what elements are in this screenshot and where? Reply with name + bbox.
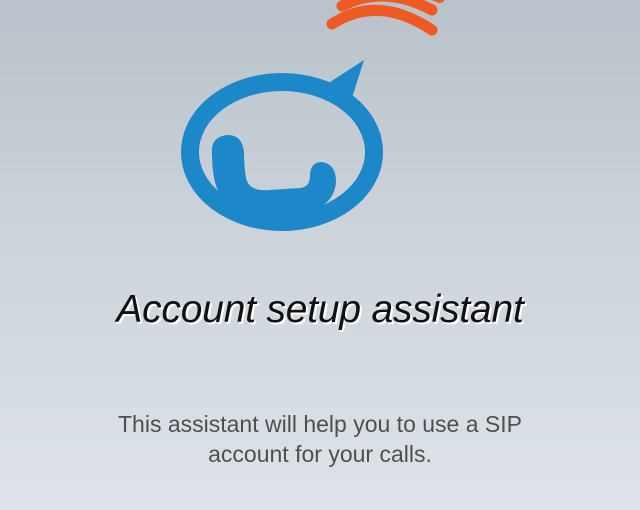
account-setup-screen: Account setup assistant This assistant w… bbox=[0, 0, 640, 510]
page-title: Account setup assistant bbox=[116, 288, 524, 331]
app-logo bbox=[170, 0, 480, 240]
assistant-description: This assistant will help you to use a SI… bbox=[118, 411, 522, 467]
sip-phone-bubble-logo-icon bbox=[181, 0, 445, 231]
